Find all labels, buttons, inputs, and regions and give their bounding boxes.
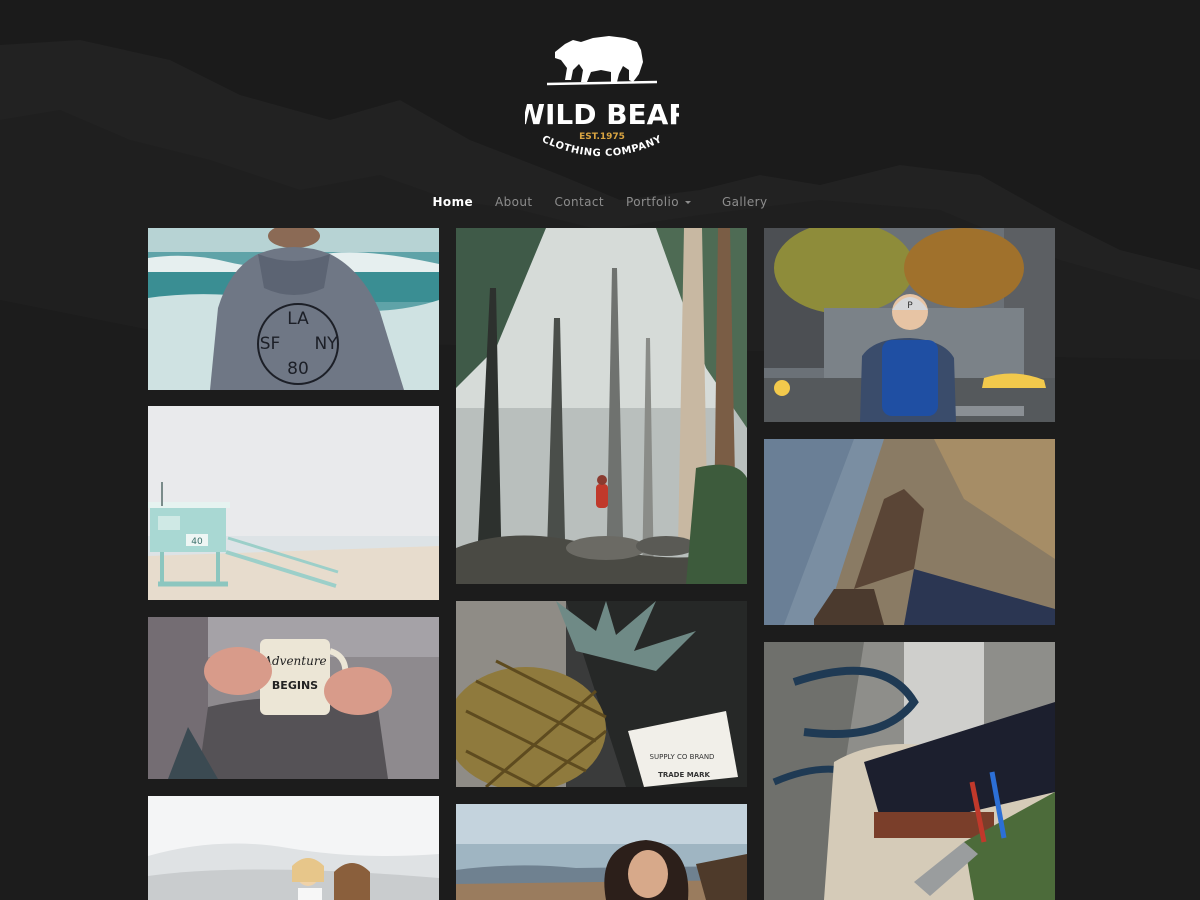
nav-about[interactable]: About xyxy=(495,195,532,209)
adventure-mug-image: Adventure BEGINS xyxy=(148,617,439,779)
tag-text-trademark: TRADE MARK xyxy=(658,771,710,779)
photo-beach-friends[interactable] xyxy=(148,796,439,900)
chevron-down-icon xyxy=(684,200,691,204)
photo-hoodie-beach[interactable]: LA SF NY 80 xyxy=(148,228,439,390)
photo-cliff-boots[interactable] xyxy=(764,439,1055,625)
photo-city-backpacker[interactable]: P xyxy=(764,228,1055,422)
photo-lifeguard-tower[interactable]: 40 xyxy=(148,406,439,600)
mug-text-begins: BEGINS xyxy=(272,679,318,692)
hoodie-print-80: 80 xyxy=(287,359,309,379)
city-backpacker-image: P xyxy=(764,228,1055,422)
hoodie-print-la: LA xyxy=(287,309,309,329)
hoodie-beach-image: LA SF NY 80 xyxy=(148,228,439,390)
nav-home[interactable]: Home xyxy=(432,195,473,209)
brand-established: EST.1975 xyxy=(579,132,625,142)
photo-forest-hiker[interactable] xyxy=(456,228,747,584)
forest-hiker-image xyxy=(456,228,747,584)
cliff-boots-image xyxy=(764,439,1055,625)
nav-portfolio-label: Portfolio xyxy=(626,195,679,209)
hoodie-print-ny: NY xyxy=(314,334,338,354)
tag-text-brand: SUPPLY CO BRAND xyxy=(650,753,715,761)
nav-gallery[interactable]: Gallery xyxy=(722,195,768,209)
lifeguard-tower-image: 40 xyxy=(148,406,439,600)
brand-name: WILD BEAR xyxy=(525,98,679,131)
nav-portfolio[interactable]: Portfolio xyxy=(626,195,691,209)
brand-logo[interactable]: WILD BEAR EST.1975 CLOTHING COMPANY xyxy=(525,30,679,170)
beach-friends-image xyxy=(148,796,439,900)
cap-letter: P xyxy=(907,301,913,311)
woman-portrait-image xyxy=(456,804,747,900)
bear-logo-icon: WILD BEAR EST.1975 CLOTHING COMPANY xyxy=(525,36,679,159)
photo-woman-portrait[interactable] xyxy=(456,804,747,900)
tool-bag-image xyxy=(764,642,1055,900)
tower-number: 40 xyxy=(191,537,203,547)
photo-tool-bag[interactable] xyxy=(764,642,1055,900)
nav-contact[interactable]: Contact xyxy=(555,195,605,209)
photo-adventure-mug[interactable]: Adventure BEGINS xyxy=(148,617,439,779)
mug-text-adventure: Adventure xyxy=(262,654,326,668)
photo-pineapple-tag[interactable]: SUPPLY CO BRAND TRADE MARK xyxy=(456,601,747,787)
main-nav: Home About Contact Portfolio Gallery xyxy=(0,192,1200,212)
pineapple-tag-image: SUPPLY CO BRAND TRADE MARK xyxy=(456,601,747,787)
hoodie-print-sf: SF xyxy=(260,334,281,354)
